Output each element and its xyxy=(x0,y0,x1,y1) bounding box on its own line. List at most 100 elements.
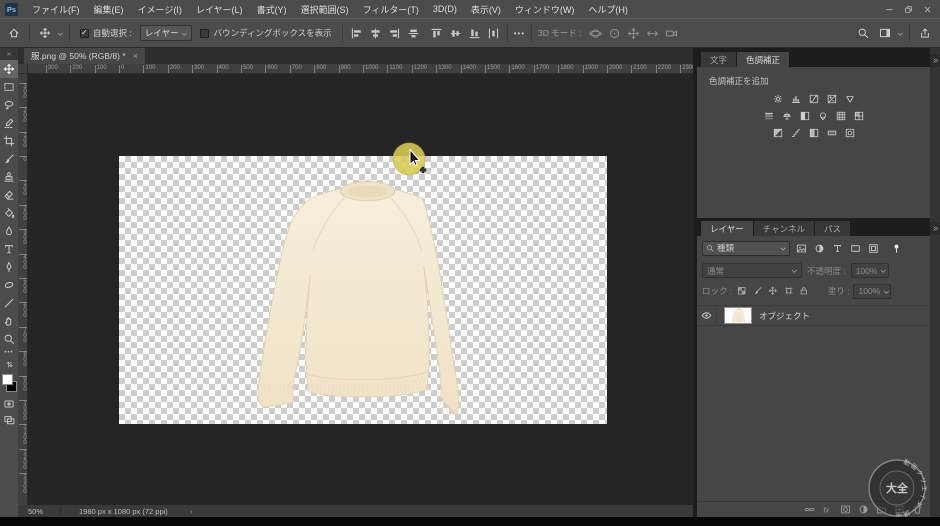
menu-filter[interactable]: フィルター(T) xyxy=(356,0,426,18)
brush-tool[interactable] xyxy=(0,150,18,168)
layer-name[interactable]: オブジェクト xyxy=(759,310,810,322)
opacity-field[interactable]: 100% xyxy=(850,263,889,278)
close-tab-button[interactable]: × xyxy=(133,51,138,61)
adj-selective-color[interactable] xyxy=(843,126,857,140)
lock-paint[interactable] xyxy=(752,285,764,297)
filter-type-layers[interactable] xyxy=(831,242,844,255)
auto-select-checkbox[interactable]: 自動選択 : xyxy=(80,27,132,39)
lock-artboard[interactable] xyxy=(783,285,795,297)
filter-toggle[interactable] xyxy=(890,242,903,255)
layer-filter-dropdown[interactable]: 種類 xyxy=(702,240,790,256)
line-tool[interactable] xyxy=(0,294,18,312)
close-button[interactable] xyxy=(918,2,937,17)
layer-effects-button[interactable]: fx xyxy=(822,504,833,515)
zoom-level-field[interactable]: 50% xyxy=(28,507,56,516)
marquee-tool[interactable] xyxy=(0,78,18,96)
collapse-panel-button[interactable] xyxy=(930,222,940,235)
quick-mask-button[interactable] xyxy=(0,396,18,412)
adj-vibrance[interactable] xyxy=(843,92,857,106)
menu-select[interactable]: 選択範囲(S) xyxy=(294,0,356,18)
align-right-button[interactable] xyxy=(387,26,402,41)
menu-layer[interactable]: レイヤー(L) xyxy=(189,0,250,18)
filter-adjustment-layers[interactable] xyxy=(813,242,826,255)
type-tool[interactable] xyxy=(0,240,18,258)
adj-threshold[interactable] xyxy=(807,126,821,140)
adj-gradient-map[interactable] xyxy=(825,126,839,140)
adj-channel-mixer[interactable] xyxy=(834,109,848,123)
distribute-center-button[interactable] xyxy=(448,26,463,41)
align-left-button[interactable] xyxy=(349,26,364,41)
filter-smart-objects[interactable] xyxy=(867,242,880,255)
horizontal-ruler[interactable]: 300 200 100 0 100 200 300 400 500 600 700 800 900 100… xyxy=(28,64,693,74)
adj-photo-filter[interactable] xyxy=(816,109,830,123)
align-middle-button[interactable] xyxy=(406,26,421,41)
adj-hue-saturation[interactable] xyxy=(762,109,776,123)
tab-paths[interactable]: パス xyxy=(815,221,851,237)
fill-field[interactable]: 100% xyxy=(853,283,892,299)
add-layer-mask-button[interactable] xyxy=(840,504,851,515)
auto-select-target-dropdown[interactable]: レイヤー xyxy=(139,25,193,41)
3d-pan-button[interactable] xyxy=(626,26,641,41)
status-options-button[interactable]: › xyxy=(190,507,193,516)
3d-camera-button[interactable] xyxy=(664,26,679,41)
adj-color-lookup[interactable] xyxy=(852,109,866,123)
restore-button[interactable] xyxy=(899,2,918,17)
filter-shape-layers[interactable] xyxy=(849,242,862,255)
hand-tool[interactable] xyxy=(0,312,18,330)
adj-posterize[interactable] xyxy=(789,126,803,140)
menu-file[interactable]: ファイル(F) xyxy=(25,0,87,18)
menu-view[interactable]: 表示(V) xyxy=(464,0,508,18)
workspace-toggle-button[interactable] xyxy=(876,27,894,39)
filter-pixel-layers[interactable] xyxy=(795,242,808,255)
adj-levels[interactable] xyxy=(789,92,803,106)
sponge-tool[interactable] xyxy=(0,276,18,294)
lasso-tool[interactable] xyxy=(0,96,18,114)
move-tool-preset[interactable] xyxy=(36,27,54,39)
adj-exposure[interactable] xyxy=(825,92,839,106)
3d-slide-button[interactable] xyxy=(645,26,660,41)
share-button[interactable] xyxy=(916,27,934,39)
align-center-h-button[interactable] xyxy=(368,26,383,41)
tools-panel-header[interactable]: » xyxy=(0,48,18,60)
clone-stamp-tool[interactable] xyxy=(0,168,18,186)
vertical-ruler[interactable]: 300 200 100 0 100 200 300 400 500 600 700 800 900 100… xyxy=(18,74,28,505)
menu-image[interactable]: イメージ(I) xyxy=(131,0,189,18)
adj-color-balance[interactable] xyxy=(780,109,794,123)
blend-mode-dropdown[interactable]: 通常 xyxy=(702,263,802,278)
menu-edit[interactable]: 編集(E) xyxy=(87,0,131,18)
blur-tool[interactable] xyxy=(0,222,18,240)
edit-toolbar-button[interactable]: ••• xyxy=(0,348,18,358)
distribute-horizontal-button[interactable] xyxy=(486,26,501,41)
minimize-button[interactable] xyxy=(880,2,899,17)
lock-transparency[interactable] xyxy=(736,285,748,297)
lock-position[interactable] xyxy=(767,285,779,297)
show-bounding-box-checkbox[interactable]: バウンディングボックスを表示 xyxy=(200,27,332,39)
eraser-tool[interactable] xyxy=(0,186,18,204)
collapse-panel-button[interactable] xyxy=(930,54,940,67)
menu-window[interactable]: ウィンドウ(W) xyxy=(508,0,582,18)
tab-layers[interactable]: レイヤー xyxy=(701,221,753,237)
adj-invert[interactable] xyxy=(771,126,785,140)
crop-tool[interactable] xyxy=(0,132,18,150)
canvas-pasteboard[interactable] xyxy=(28,74,693,505)
menu-type[interactable]: 書式(Y) xyxy=(250,0,294,18)
layer-visibility-toggle[interactable] xyxy=(697,306,717,325)
paint-bucket-tool[interactable] xyxy=(0,204,18,222)
swap-colors-button[interactable] xyxy=(0,358,18,370)
canvas-document[interactable] xyxy=(119,156,607,424)
more-options-button[interactable]: ••• xyxy=(514,29,525,38)
search-button[interactable] xyxy=(854,27,872,39)
distribute-top-button[interactable] xyxy=(429,26,444,41)
tab-character[interactable]: 文字 xyxy=(701,52,737,68)
3d-roll-button[interactable] xyxy=(607,26,622,41)
foreground-color-swatch[interactable] xyxy=(2,374,13,385)
layer-row[interactable]: オブジェクト xyxy=(697,305,930,326)
screen-mode-button[interactable] xyxy=(0,412,18,428)
pen-tool[interactable] xyxy=(0,258,18,276)
home-button[interactable] xyxy=(5,27,23,39)
document-tab[interactable]: 服.png @ 50% (RGB/8) * × xyxy=(24,48,145,64)
tab-adjustments[interactable]: 色調補正 xyxy=(737,52,790,68)
link-layers-button[interactable] xyxy=(804,504,815,515)
distribute-bottom-button[interactable] xyxy=(467,26,482,41)
3d-orbit-button[interactable] xyxy=(588,26,603,41)
